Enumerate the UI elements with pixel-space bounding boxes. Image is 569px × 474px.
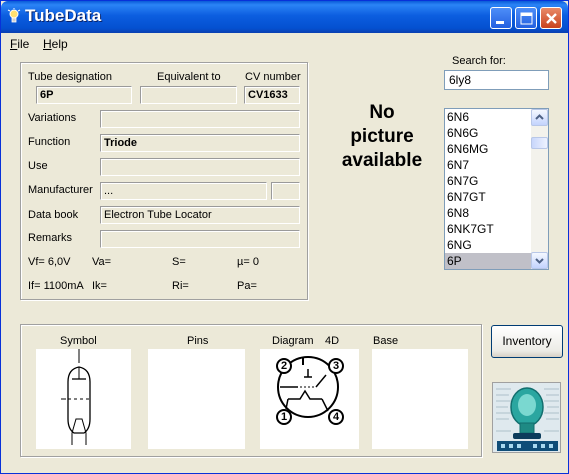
- pins-label: Pins: [187, 335, 209, 347]
- tube-designation-label: Tube designation: [28, 71, 112, 83]
- list-item[interactable]: 6N7G: [445, 173, 531, 189]
- pin-3-marker: 3: [328, 358, 344, 374]
- vacuum-tube-logo-icon: [493, 383, 560, 452]
- base-label: Base: [373, 335, 399, 347]
- use-field[interactable]: [100, 158, 300, 176]
- symbol-panel: [36, 349, 131, 449]
- no-picture-text: No picture available: [341, 102, 423, 171]
- list-scrollbar[interactable]: [531, 109, 548, 269]
- list-item-selected[interactable]: 6P: [445, 253, 531, 269]
- vf-value: Vf= 6,0V: [28, 256, 71, 268]
- base-diagram-icon: [277, 356, 339, 418]
- equivalent-to-label: Equivalent to: [157, 71, 221, 83]
- list-item[interactable]: 6NG: [445, 237, 531, 253]
- scroll-down-button[interactable]: [531, 252, 548, 269]
- s-value: S=: [172, 256, 186, 268]
- variations-label: Variations: [28, 112, 77, 124]
- remarks-label: Remarks: [28, 232, 73, 244]
- title-bar[interactable]: TubeData: [1, 1, 568, 33]
- minimize-button[interactable]: [490, 7, 512, 29]
- ri-value: Ri=: [172, 280, 189, 292]
- function-label: Function: [28, 136, 71, 148]
- tube-designation-field[interactable]: 6P: [36, 86, 132, 104]
- data-book-field[interactable]: Electron Tube Locator: [100, 206, 300, 224]
- pins-panel: [148, 349, 245, 449]
- list-item[interactable]: 6N6MG: [445, 141, 531, 157]
- list-item[interactable]: 6NK7GT: [445, 221, 531, 237]
- cv-number-field[interactable]: CV1633: [244, 86, 300, 104]
- maximize-button[interactable]: [515, 7, 537, 29]
- pin-1-marker: 1: [276, 409, 292, 425]
- chevron-up-icon: [535, 114, 544, 120]
- close-icon: [546, 13, 557, 24]
- menu-file[interactable]: File: [10, 37, 29, 51]
- function-field[interactable]: Triode: [100, 134, 300, 152]
- remarks-field[interactable]: [100, 230, 300, 248]
- pa-value: Pa=: [237, 280, 257, 292]
- diagram-code: 4D: [325, 335, 340, 347]
- window-title: TubeData: [25, 6, 102, 25]
- search-input[interactable]: [444, 70, 549, 90]
- equivalent-to-field[interactable]: [140, 86, 237, 104]
- base-panel: [372, 349, 468, 449]
- list-item[interactable]: 6N6: [445, 109, 531, 125]
- menu-bar: File Help: [1, 33, 568, 53]
- scroll-up-button[interactable]: [531, 109, 548, 126]
- manufacturer-extra-field[interactable]: [271, 182, 300, 200]
- triode-symbol-icon: [61, 349, 91, 445]
- menu-help[interactable]: Help: [43, 37, 68, 51]
- maximize-icon: [520, 12, 533, 25]
- symbol-label: Symbol: [60, 335, 97, 347]
- data-book-label: Data book: [28, 209, 79, 221]
- va-value: Va=: [92, 256, 112, 268]
- chevron-down-icon: [535, 258, 544, 264]
- cv-number-label: CV number: [245, 71, 301, 83]
- diagram-label: Diagram: [272, 335, 314, 347]
- list-item[interactable]: 6N7GT: [445, 189, 531, 205]
- diagram-panel: 2 3 1 4: [260, 349, 359, 449]
- inventory-button[interactable]: Inventory: [491, 325, 563, 358]
- tube-listbox[interactable]: 6N6 6N6G 6N6MG 6N7 6N7G 6N7GT 6N8 6NK7GT…: [444, 108, 549, 270]
- manufacturer-label: Manufacturer: [28, 184, 93, 196]
- lightbulb-icon: [7, 8, 21, 23]
- ik-value: Ik=: [92, 280, 107, 292]
- main-window: TubeData File Help Tube designation Equi…: [0, 0, 569, 474]
- variations-field[interactable]: [100, 110, 300, 128]
- manufacturer-field[interactable]: ...: [100, 182, 267, 200]
- use-label: Use: [28, 160, 48, 172]
- list-item[interactable]: 6N6G: [445, 125, 531, 141]
- scroll-thumb[interactable]: [531, 137, 548, 149]
- mu-value: µ= 0: [237, 256, 259, 268]
- if-value: If= 1100mA: [28, 280, 84, 292]
- minimize-icon: [496, 21, 504, 24]
- list-item[interactable]: 6N7: [445, 157, 531, 173]
- pin-2-marker: 2: [276, 358, 292, 374]
- search-label: Search for:: [452, 55, 506, 67]
- list-item[interactable]: 6N8: [445, 205, 531, 221]
- pin-4-marker: 4: [328, 409, 344, 425]
- close-button[interactable]: [540, 7, 562, 29]
- tube-logo-image: [492, 382, 561, 453]
